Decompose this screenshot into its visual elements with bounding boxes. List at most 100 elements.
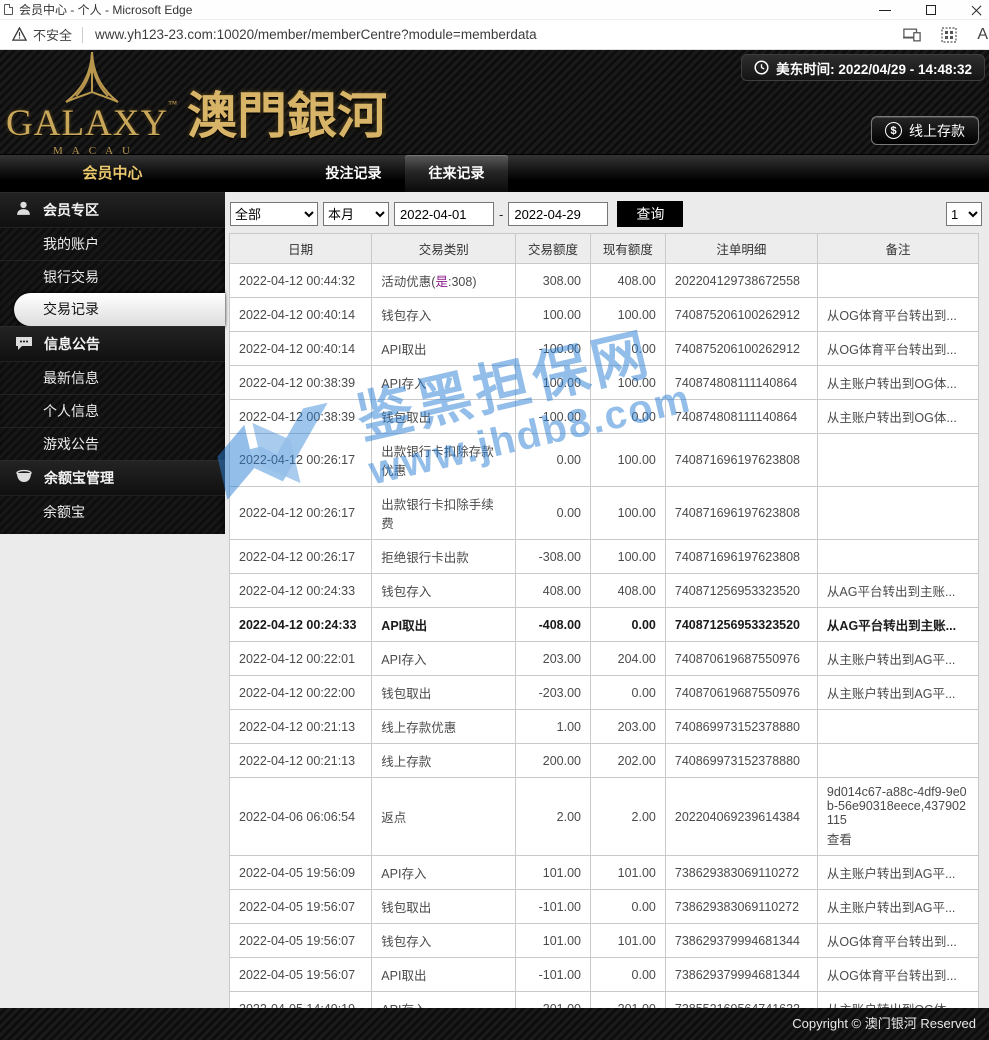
cell-date: 2022-04-12 00:22:00	[228, 675, 373, 710]
sidebar-section-header[interactable]: 信息公告	[0, 326, 225, 361]
sidebar-item[interactable]: 最新信息	[0, 361, 225, 394]
cell-amount: 101.00	[515, 855, 591, 890]
table-row: 2022-04-12 00:22:00 钱包取出 -203.00 0.00 740870…	[228, 675, 980, 710]
table-row: 2022-04-05 19:56:09 API存入 101.00 101.00 7386…	[228, 855, 980, 890]
date-to-input[interactable]	[508, 202, 609, 226]
cell-type: API存入	[371, 641, 517, 676]
cell-type: 拒绝银行卡出款	[371, 539, 517, 574]
site-header: GALAXY™ MACAU 澳門銀河 美东时间: 2022/04/29 - 14…	[0, 50, 989, 157]
minimize-button[interactable]	[877, 2, 893, 18]
cell-balance: 408.00	[589, 573, 666, 608]
column-header: 现有额度	[589, 233, 666, 264]
filter-period-select[interactable]: 本月	[323, 202, 389, 226]
cell-order-detail: 738629383069110272	[664, 855, 818, 890]
cell-balance: 101.00	[589, 855, 666, 890]
nav-tab[interactable]: 往来记录	[405, 155, 508, 192]
cell-type: API存入	[371, 855, 517, 890]
cell-date: 2022-04-05 19:56:07	[228, 923, 373, 958]
apps-grid-icon[interactable]	[941, 26, 957, 43]
sidebar-menu: 会员专区我的账户 银行交易 交易记录 信息公告 最新信息 个人信息 游戏公告余额宝管理余额宝	[0, 192, 225, 534]
cell-remark	[816, 263, 980, 298]
column-header: 注单明细	[664, 233, 818, 264]
cell-order-detail: 202204129738672558	[664, 263, 818, 298]
profile-avatar[interactable]: A	[977, 26, 988, 44]
cell-date: 2022-04-12 00:22:01	[228, 641, 373, 676]
cell-date: 2022-04-12 00:26:17	[228, 486, 373, 540]
table-row: 2022-04-12 00:21:13 线上存款优惠 1.00 203.00 74086…	[228, 709, 980, 744]
nav-tabs: 投注记录 往来记录	[302, 155, 508, 192]
cell-amount: 308.00	[515, 263, 591, 298]
cell-amount: 408.00	[515, 573, 591, 608]
page-select[interactable]: 1	[946, 202, 982, 226]
logo-chinese-text: 澳門銀河	[187, 88, 388, 144]
send-to-device-icon[interactable]	[903, 28, 922, 42]
close-button[interactable]	[969, 2, 985, 18]
cell-date: 2022-04-06 06:06:54	[228, 777, 373, 856]
cell-date: 2022-04-12 00:21:13	[228, 743, 373, 778]
cell-type: 出款银行卡扣除存款优惠	[371, 433, 517, 487]
sidebar-item[interactable]: 银行交易	[0, 260, 225, 293]
filter-type-select[interactable]: 全部	[230, 202, 318, 226]
url-input[interactable]: www.yh123-23.com:10020/member/memberCent…	[95, 27, 537, 42]
logo-tm: ™	[168, 99, 178, 109]
table-row: 2022-04-05 19:56:07 API取出 -101.00 0.00 73862…	[228, 957, 980, 992]
date-from-input[interactable]	[394, 202, 494, 226]
security-label[interactable]: 不安全	[33, 25, 72, 44]
server-time-text: 美东时间: 2022/04/29 - 14:48:32	[776, 61, 972, 77]
table-row: 2022-04-12 00:40:14 钱包存入 100.00 100.00 74087…	[228, 297, 980, 332]
cell-remark: 从主账户转出到AG平...	[816, 641, 980, 676]
not-secure-warning-icon	[12, 27, 27, 41]
cell-balance: 0.00	[589, 675, 666, 710]
sidebar-section-label: 会员专区	[43, 202, 99, 218]
cell-type: API取出	[371, 331, 517, 366]
cell-type: 出款银行卡扣除手续费	[371, 486, 517, 540]
cell-date: 2022-04-12 00:24:33	[228, 607, 373, 642]
cell-type: 钱包存入	[371, 923, 517, 958]
sidebar-section-header[interactable]: 会员专区	[0, 192, 225, 227]
nav-tab[interactable]: 投注记录	[302, 155, 405, 192]
cell-date: 2022-04-12 00:21:13	[228, 709, 373, 744]
sidebar-item[interactable]: 余额宝	[0, 495, 225, 528]
column-header: 交易类别	[371, 233, 517, 264]
cell-amount: 0.00	[515, 486, 591, 540]
address-divider	[82, 26, 84, 43]
cell-balance: 100.00	[589, 365, 666, 400]
cell-amount: 200.00	[515, 743, 591, 778]
cell-order-detail: 740875206100262912	[664, 297, 818, 332]
cell-order-detail: 740871696197623808	[664, 486, 818, 540]
cell-type: 钱包取出	[371, 399, 517, 434]
table-body: 2022-04-12 00:44:32 活动优惠(是:308) 308.00 408.…	[228, 263, 980, 1008]
browser-addressbar: 不安全 www.yh123-23.com:10020/member/member…	[0, 20, 989, 50]
nav-bar: 会员中心 投注记录 往来记录	[0, 155, 989, 192]
column-header: 日期	[228, 233, 373, 264]
cell-order-detail: 740874808111140864	[664, 399, 818, 434]
logo-brand-text: GALAXY™	[6, 99, 178, 144]
search-button[interactable]: 查询	[617, 201, 684, 227]
cell-amount: -100.00	[515, 399, 591, 434]
sidebar-section-label: 余额宝管理	[44, 470, 114, 486]
cell-date: 2022-04-12 00:44:32	[228, 263, 373, 298]
table-row: 2022-04-12 00:26:17 出款银行卡扣除存款优惠 0.00 100.00…	[228, 433, 980, 487]
cell-date: 2022-04-12 00:26:17	[228, 539, 373, 574]
cell-type: API取出	[371, 957, 517, 992]
sidebar-item[interactable]: 游戏公告	[0, 427, 225, 460]
transactions-table: 日期 交易类别 交易额度 现有额度 注单明细 备注 2022-04-12 00:44:32…	[228, 233, 980, 1008]
cell-balance: 101.00	[589, 923, 666, 958]
table-row: 2022-04-12 00:26:17 出款银行卡扣除手续费 0.00 100.00 7…	[228, 486, 980, 540]
cell-date: 2022-04-12 00:38:39	[228, 399, 373, 434]
sidebar-section-header[interactable]: 余额宝管理	[0, 460, 225, 495]
sidebar-item[interactable]: 个人信息	[0, 394, 225, 427]
promo-link[interactable]: 是	[435, 275, 448, 289]
table-row: 2022-04-12 00:26:17 拒绝银行卡出款 -308.00 100.00 7…	[228, 539, 980, 574]
sidebar-item[interactable]: 我的账户	[0, 227, 225, 260]
browser-window: 会员中心 - 个人 - Microsoft Edge 不安全 www.yh123…	[0, 0, 989, 1040]
cell-remark	[816, 486, 980, 540]
sidebar-item[interactable]: 交易记录	[14, 293, 225, 326]
maximize-button[interactable]	[923, 2, 939, 18]
cell-order-detail: 738629379994681344	[664, 957, 818, 992]
cell-remark: 从OG体育平台转出到...	[816, 297, 980, 332]
cell-order-detail: 740871256953323520	[664, 573, 818, 608]
online-deposit-button[interactable]: $ 线上存款	[871, 116, 979, 145]
cell-remark: 从AG平台转出到主账...	[816, 607, 980, 642]
view-link[interactable]: 查看	[827, 829, 969, 848]
